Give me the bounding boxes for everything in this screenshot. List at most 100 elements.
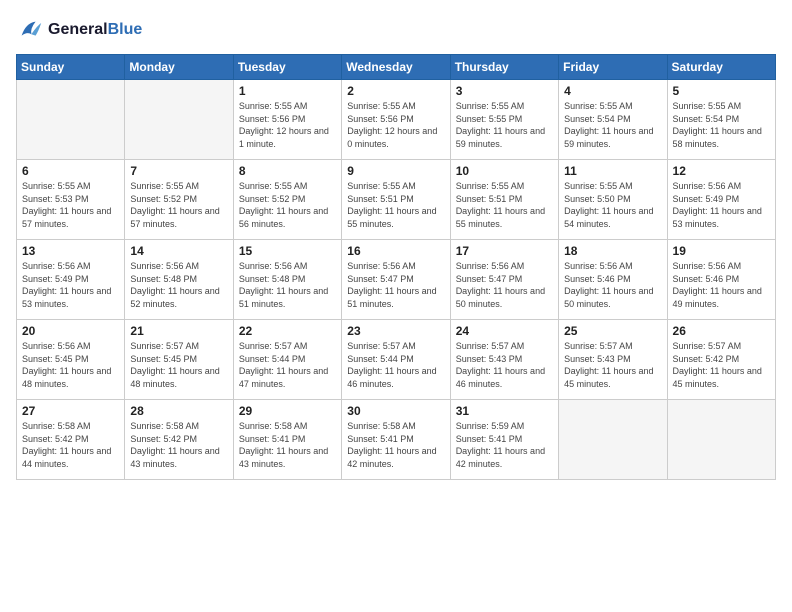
day-number: 16	[347, 244, 444, 258]
day-number: 15	[239, 244, 336, 258]
calendar-day-cell: 9 Sunrise: 5:55 AM Sunset: 5:51 PM Dayli…	[342, 160, 450, 240]
calendar-day-cell: 1 Sunrise: 5:55 AM Sunset: 5:56 PM Dayli…	[233, 80, 341, 160]
day-number: 5	[673, 84, 770, 98]
calendar-day-cell: 23 Sunrise: 5:57 AM Sunset: 5:44 PM Dayl…	[342, 320, 450, 400]
calendar-day-cell	[17, 80, 125, 160]
calendar-day-cell: 7 Sunrise: 5:55 AM Sunset: 5:52 PM Dayli…	[125, 160, 233, 240]
day-info: Sunrise: 5:56 AM Sunset: 5:49 PM Dayligh…	[22, 260, 119, 310]
calendar-day-cell	[559, 400, 667, 480]
page-header: GeneralBlue	[16, 16, 776, 44]
calendar-day-cell: 13 Sunrise: 5:56 AM Sunset: 5:49 PM Dayl…	[17, 240, 125, 320]
calendar-day-cell: 6 Sunrise: 5:55 AM Sunset: 5:53 PM Dayli…	[17, 160, 125, 240]
logo: GeneralBlue	[16, 16, 142, 44]
day-number: 27	[22, 404, 119, 418]
day-info: Sunrise: 5:56 AM Sunset: 5:49 PM Dayligh…	[673, 180, 770, 230]
day-info: Sunrise: 5:57 AM Sunset: 5:44 PM Dayligh…	[347, 340, 444, 390]
day-info: Sunrise: 5:57 AM Sunset: 5:43 PM Dayligh…	[456, 340, 553, 390]
day-number: 6	[22, 164, 119, 178]
day-number: 17	[456, 244, 553, 258]
day-number: 23	[347, 324, 444, 338]
calendar-table: SundayMondayTuesdayWednesdayThursdayFrid…	[16, 54, 776, 480]
day-info: Sunrise: 5:58 AM Sunset: 5:42 PM Dayligh…	[130, 420, 227, 470]
day-info: Sunrise: 5:55 AM Sunset: 5:54 PM Dayligh…	[564, 100, 661, 150]
calendar-day-cell: 10 Sunrise: 5:55 AM Sunset: 5:51 PM Dayl…	[450, 160, 558, 240]
day-number: 26	[673, 324, 770, 338]
calendar-body: 1 Sunrise: 5:55 AM Sunset: 5:56 PM Dayli…	[17, 80, 776, 480]
day-number: 28	[130, 404, 227, 418]
calendar-day-cell: 16 Sunrise: 5:56 AM Sunset: 5:47 PM Dayl…	[342, 240, 450, 320]
calendar-day-cell: 22 Sunrise: 5:57 AM Sunset: 5:44 PM Dayl…	[233, 320, 341, 400]
day-info: Sunrise: 5:56 AM Sunset: 5:47 PM Dayligh…	[456, 260, 553, 310]
weekday-header: Wednesday	[342, 55, 450, 80]
calendar-day-cell: 3 Sunrise: 5:55 AM Sunset: 5:55 PM Dayli…	[450, 80, 558, 160]
calendar-week-row: 13 Sunrise: 5:56 AM Sunset: 5:49 PM Dayl…	[17, 240, 776, 320]
calendar-day-cell: 27 Sunrise: 5:58 AM Sunset: 5:42 PM Dayl…	[17, 400, 125, 480]
calendar-day-cell: 4 Sunrise: 5:55 AM Sunset: 5:54 PM Dayli…	[559, 80, 667, 160]
calendar-day-cell: 28 Sunrise: 5:58 AM Sunset: 5:42 PM Dayl…	[125, 400, 233, 480]
day-info: Sunrise: 5:56 AM Sunset: 5:48 PM Dayligh…	[130, 260, 227, 310]
calendar-day-cell: 15 Sunrise: 5:56 AM Sunset: 5:48 PM Dayl…	[233, 240, 341, 320]
day-info: Sunrise: 5:55 AM Sunset: 5:56 PM Dayligh…	[347, 100, 444, 150]
calendar-day-cell: 14 Sunrise: 5:56 AM Sunset: 5:48 PM Dayl…	[125, 240, 233, 320]
day-number: 31	[456, 404, 553, 418]
day-info: Sunrise: 5:58 AM Sunset: 5:42 PM Dayligh…	[22, 420, 119, 470]
calendar-day-cell: 24 Sunrise: 5:57 AM Sunset: 5:43 PM Dayl…	[450, 320, 558, 400]
calendar-week-row: 27 Sunrise: 5:58 AM Sunset: 5:42 PM Dayl…	[17, 400, 776, 480]
weekday-header: Saturday	[667, 55, 775, 80]
day-number: 8	[239, 164, 336, 178]
calendar-day-cell: 25 Sunrise: 5:57 AM Sunset: 5:43 PM Dayl…	[559, 320, 667, 400]
day-info: Sunrise: 5:55 AM Sunset: 5:56 PM Dayligh…	[239, 100, 336, 150]
day-number: 9	[347, 164, 444, 178]
calendar-day-cell: 26 Sunrise: 5:57 AM Sunset: 5:42 PM Dayl…	[667, 320, 775, 400]
day-number: 13	[22, 244, 119, 258]
day-info: Sunrise: 5:57 AM Sunset: 5:44 PM Dayligh…	[239, 340, 336, 390]
logo-text: GeneralBlue	[48, 21, 142, 39]
calendar-day-cell	[125, 80, 233, 160]
calendar-day-cell: 12 Sunrise: 5:56 AM Sunset: 5:49 PM Dayl…	[667, 160, 775, 240]
day-info: Sunrise: 5:55 AM Sunset: 5:51 PM Dayligh…	[347, 180, 444, 230]
day-number: 14	[130, 244, 227, 258]
day-info: Sunrise: 5:57 AM Sunset: 5:42 PM Dayligh…	[673, 340, 770, 390]
weekday-header: Sunday	[17, 55, 125, 80]
day-info: Sunrise: 5:55 AM Sunset: 5:52 PM Dayligh…	[130, 180, 227, 230]
day-info: Sunrise: 5:56 AM Sunset: 5:46 PM Dayligh…	[673, 260, 770, 310]
calendar-day-cell: 21 Sunrise: 5:57 AM Sunset: 5:45 PM Dayl…	[125, 320, 233, 400]
weekday-header: Friday	[559, 55, 667, 80]
calendar-day-cell: 11 Sunrise: 5:55 AM Sunset: 5:50 PM Dayl…	[559, 160, 667, 240]
day-number: 1	[239, 84, 336, 98]
day-number: 3	[456, 84, 553, 98]
day-info: Sunrise: 5:56 AM Sunset: 5:46 PM Dayligh…	[564, 260, 661, 310]
day-number: 25	[564, 324, 661, 338]
calendar-day-cell: 30 Sunrise: 5:58 AM Sunset: 5:41 PM Dayl…	[342, 400, 450, 480]
day-number: 4	[564, 84, 661, 98]
calendar-day-cell: 18 Sunrise: 5:56 AM Sunset: 5:46 PM Dayl…	[559, 240, 667, 320]
day-info: Sunrise: 5:55 AM Sunset: 5:55 PM Dayligh…	[456, 100, 553, 150]
day-info: Sunrise: 5:56 AM Sunset: 5:45 PM Dayligh…	[22, 340, 119, 390]
calendar-day-cell: 20 Sunrise: 5:56 AM Sunset: 5:45 PM Dayl…	[17, 320, 125, 400]
day-info: Sunrise: 5:57 AM Sunset: 5:43 PM Dayligh…	[564, 340, 661, 390]
day-info: Sunrise: 5:56 AM Sunset: 5:47 PM Dayligh…	[347, 260, 444, 310]
weekday-header: Tuesday	[233, 55, 341, 80]
calendar-day-cell: 8 Sunrise: 5:55 AM Sunset: 5:52 PM Dayli…	[233, 160, 341, 240]
calendar-day-cell: 31 Sunrise: 5:59 AM Sunset: 5:41 PM Dayl…	[450, 400, 558, 480]
day-number: 24	[456, 324, 553, 338]
calendar-week-row: 1 Sunrise: 5:55 AM Sunset: 5:56 PM Dayli…	[17, 80, 776, 160]
day-number: 11	[564, 164, 661, 178]
weekday-header: Thursday	[450, 55, 558, 80]
calendar-week-row: 6 Sunrise: 5:55 AM Sunset: 5:53 PM Dayli…	[17, 160, 776, 240]
day-info: Sunrise: 5:55 AM Sunset: 5:51 PM Dayligh…	[456, 180, 553, 230]
day-number: 19	[673, 244, 770, 258]
weekday-header: Monday	[125, 55, 233, 80]
day-info: Sunrise: 5:55 AM Sunset: 5:50 PM Dayligh…	[564, 180, 661, 230]
day-info: Sunrise: 5:55 AM Sunset: 5:54 PM Dayligh…	[673, 100, 770, 150]
calendar-day-cell: 17 Sunrise: 5:56 AM Sunset: 5:47 PM Dayl…	[450, 240, 558, 320]
day-number: 30	[347, 404, 444, 418]
day-info: Sunrise: 5:56 AM Sunset: 5:48 PM Dayligh…	[239, 260, 336, 310]
day-info: Sunrise: 5:59 AM Sunset: 5:41 PM Dayligh…	[456, 420, 553, 470]
day-number: 10	[456, 164, 553, 178]
calendar-day-cell: 19 Sunrise: 5:56 AM Sunset: 5:46 PM Dayl…	[667, 240, 775, 320]
day-number: 18	[564, 244, 661, 258]
calendar-week-row: 20 Sunrise: 5:56 AM Sunset: 5:45 PM Dayl…	[17, 320, 776, 400]
day-number: 7	[130, 164, 227, 178]
day-info: Sunrise: 5:58 AM Sunset: 5:41 PM Dayligh…	[239, 420, 336, 470]
